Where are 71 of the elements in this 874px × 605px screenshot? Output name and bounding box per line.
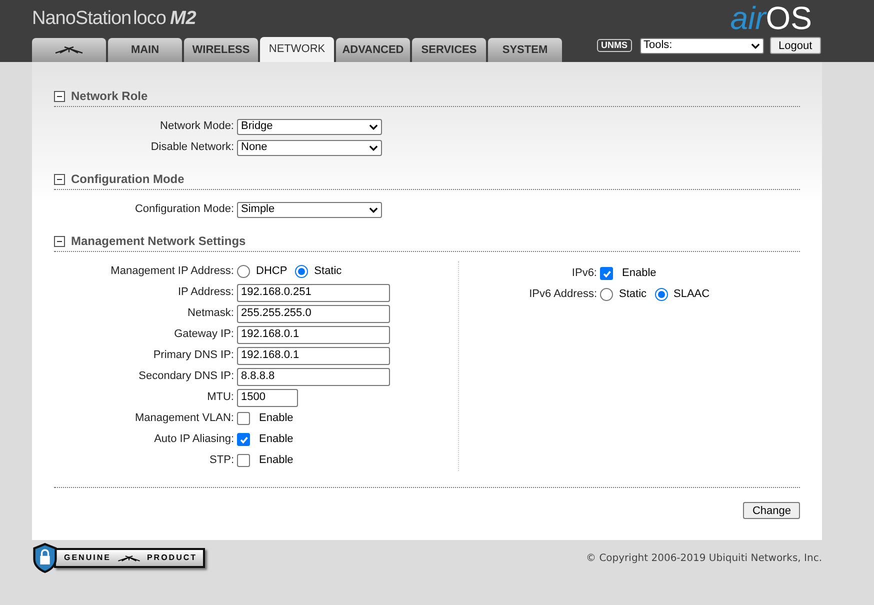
- radio-button[interactable]: [237, 265, 250, 278]
- checkbox-label: Enable: [259, 411, 294, 426]
- collapse-icon[interactable]: [54, 90, 65, 102]
- unms-badge[interactable]: UNMS: [597, 39, 632, 52]
- tools-dropdown[interactable]: Tools:: [640, 38, 764, 54]
- radio-label: Static: [619, 287, 647, 302]
- dropdown[interactable]: None: [237, 140, 382, 156]
- section-title: Network Role: [71, 88, 148, 105]
- logo-prefix: air: [730, 0, 766, 38]
- chevron-down-icon: [369, 124, 378, 130]
- field-label: Netmask:: [186, 306, 235, 322]
- checkbox[interactable]: [237, 412, 250, 425]
- radio-button[interactable]: [295, 265, 308, 278]
- product-version: M2: [170, 7, 196, 31]
- field-label: Configuration Mode:: [134, 202, 235, 218]
- product-name: NanoStation: [32, 7, 132, 31]
- radio-button[interactable]: [600, 288, 613, 301]
- radio-button[interactable]: [654, 288, 668, 301]
- checkbox[interactable]: [237, 454, 250, 467]
- field-label: Auto IP Aliasing:: [153, 432, 235, 448]
- radio-label: Static: [314, 264, 342, 280]
- product-model: loco: [133, 7, 166, 31]
- field-label: Network Mode:: [159, 119, 235, 134]
- input-field[interactable]: 192.168.0.1: [237, 346, 390, 364]
- input-field[interactable]: 255.255.255.0: [237, 304, 390, 322]
- nav-tab[interactable]: WIRELESS: [184, 38, 258, 62]
- chevron-down-icon: [369, 206, 378, 212]
- radio-label: SLAAC: [674, 287, 710, 302]
- badge-text: PRODUCT: [146, 552, 198, 564]
- dropdown[interactable]: Bridge: [237, 118, 382, 134]
- field-label: STP:: [208, 453, 235, 468]
- checkbox-label: Enable: [259, 432, 294, 448]
- field-label: Management IP Address:: [110, 264, 235, 280]
- field-label: IPv6:: [570, 266, 598, 282]
- field-label: Gateway IP:: [173, 327, 235, 342]
- checkbox[interactable]: [600, 267, 613, 280]
- input-field[interactable]: 192.168.0.1: [237, 326, 390, 344]
- field-label: MTU:: [206, 390, 235, 406]
- field-label: Secondary DNS IP:: [138, 369, 235, 384]
- logo-suffix: OS: [766, 0, 812, 38]
- antenna-logo-icon: [116, 554, 141, 562]
- field-label: IPv6 Address:: [528, 287, 598, 302]
- checkbox-label: Enable: [259, 453, 294, 468]
- change-button[interactable]: Change: [743, 502, 800, 519]
- badge-text: GENUINE: [64, 552, 111, 564]
- nav-tab[interactable]: NETWORK: [260, 37, 334, 62]
- dropdown[interactable]: Simple: [237, 202, 382, 218]
- section-title: Configuration Mode: [71, 171, 184, 188]
- field-label: Primary DNS IP:: [152, 348, 235, 364]
- checkbox-label: Enable: [622, 266, 656, 282]
- section-title: Management Network Settings: [71, 233, 246, 250]
- copyright-text: © Copyright 2006-2019 Ubiquiti Networks, Inc.: [586, 552, 822, 566]
- chevron-down-icon: [369, 144, 378, 150]
- input-field[interactable]: 8.8.8.8: [237, 368, 390, 386]
- field-label: Management VLAN:: [134, 411, 235, 426]
- checkbox[interactable]: [237, 433, 250, 446]
- collapse-icon[interactable]: [54, 174, 65, 184]
- radio-label: DHCP: [256, 264, 288, 280]
- nav-tab[interactable]: SYSTEM: [488, 38, 562, 62]
- nav-tab[interactable]: MAIN: [108, 38, 182, 62]
- collapse-icon[interactable]: [54, 236, 65, 246]
- input-field[interactable]: 192.168.0.251: [237, 284, 390, 302]
- input-field[interactable]: 1500: [237, 388, 298, 406]
- chevron-down-icon: [750, 42, 760, 48]
- logout-button[interactable]: Logout: [770, 37, 822, 54]
- field-label: IP Address:: [176, 285, 235, 300]
- antenna-logo-icon: [54, 46, 84, 54]
- nav-tab[interactable]: SERVICES: [412, 38, 486, 62]
- field-label: Disable Network:: [150, 140, 235, 156]
- nav-tab[interactable]: [32, 38, 106, 62]
- nav-tab[interactable]: ADVANCED: [336, 38, 410, 62]
